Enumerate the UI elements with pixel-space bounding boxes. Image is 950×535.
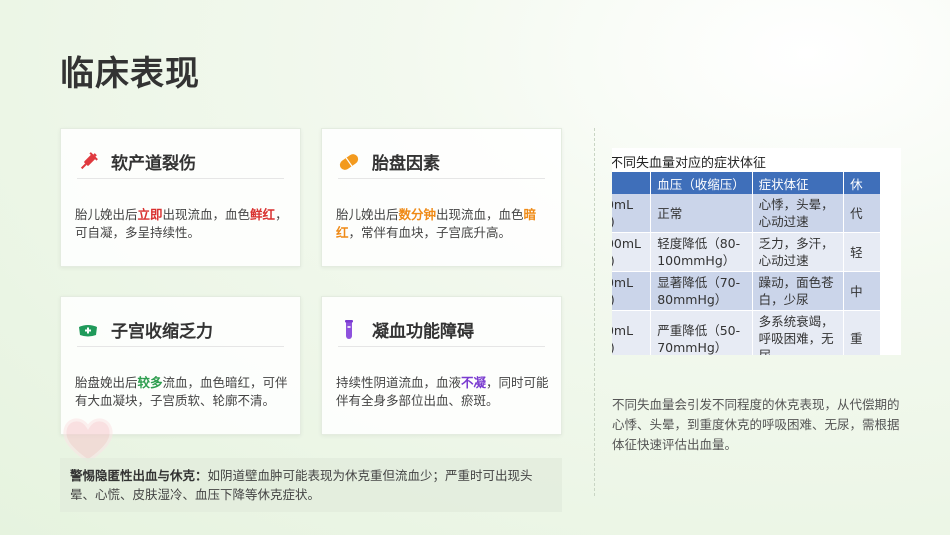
table-cell: 00mL %) <box>612 194 652 233</box>
blood-loss-table-image: 不同失血量对应的症状体征 血压（收缩压） 症状体征 休 00mL %)正常心悸，… <box>612 148 901 355</box>
table-cell: 轻 <box>843 232 881 272</box>
card-body: 胎儿娩出后数分钟出现流血，血色暗红，常伴有血块，子宫底升高。 <box>336 206 549 241</box>
table-row: 500mL %)轻度降低（80-100mmHg）乏力，多汗，心动过速轻 <box>612 232 881 272</box>
highlight-text: 不凝 <box>461 375 487 390</box>
highlight-text: 较多 <box>137 375 163 390</box>
card-header: 软产道裂伤 <box>77 145 284 179</box>
table-cell: 00mL %) <box>612 271 652 311</box>
dashed-divider <box>594 128 595 496</box>
table-cell: 显著降低（70-80mmHg） <box>650 271 753 311</box>
card-body: 胎盘娩出后较多流血，血色暗红，可伴有大血凝块，子宫质软、轮廓不清。 <box>75 374 288 409</box>
card-coagulation-disorder: 凝血功能障碍 持续性阴道流血，血液不凝，同时可能伴有全身多部位出血、瘀斑。 <box>321 296 562 435</box>
table-cell: 乏力，多汗，心动过速 <box>752 232 845 272</box>
highlight-text: 数分钟 <box>398 207 437 222</box>
body-text: ，常伴有血块，子宫底升高。 <box>348 224 512 240</box>
card-body: 持续性阴道流血，血液不凝，同时可能伴有全身多部位出血、瘀斑。 <box>336 374 549 409</box>
table-description: 不同失血量会引发不同程度的休克表现，从代偿期的心悸、头晕，到重度休克的呼吸困难、… <box>612 397 900 452</box>
header-cell <box>612 172 652 194</box>
table-cell: 心悸，头晕，心动过速 <box>752 194 845 233</box>
table-cell: 中 <box>843 271 881 311</box>
body-text: 胎儿娩出后 <box>75 207 138 222</box>
table-cell: 轻度降低（80-100mmHg） <box>650 232 753 272</box>
table-cell: 躁动，面色苍白，少尿 <box>752 271 845 311</box>
table-cell: 重 <box>843 310 881 355</box>
card-title: 软产道裂伤 <box>111 154 196 174</box>
card-title: 凝血功能障碍 <box>372 322 474 342</box>
body-text: 持续性阴道流血，血液 <box>336 375 462 390</box>
card-body: 胎儿娩出后立即出现流血，血色鲜红，可自凝，多呈持续性。 <box>75 206 288 241</box>
header-cell: 休 <box>843 172 881 194</box>
body-text: 胎儿娩出后 <box>336 207 399 222</box>
header-cell: 症状体征 <box>752 172 845 194</box>
table-caption: 不同失血量对应的症状体征 <box>612 156 767 171</box>
page-title: 临床表现 <box>60 54 200 94</box>
table-cell: 多系统衰竭，呼吸困难，无尿 <box>752 310 845 355</box>
card-header: 凝血功能障碍 <box>338 313 545 347</box>
card-soft-birth-canal-laceration: 软产道裂伤 胎儿娩出后立即出现流血，血色鲜红，可自凝，多呈持续性。 <box>60 128 301 267</box>
bandage-icon <box>77 319 99 341</box>
body-text: 胎盘娩出后 <box>75 375 138 390</box>
syringe-icon <box>77 151 99 173</box>
table-cell: 500mL %) <box>612 232 652 272</box>
card-title: 子宫收缩乏力 <box>111 322 213 342</box>
table-cell: 代 <box>843 194 881 233</box>
warning-box: 警惕隐匿性出血与休克：如阴道壁血肿可能表现为休克重但流血少；严重时可出现头晕、心… <box>60 458 562 512</box>
table-row: 00mL %)显著降低（70-80mmHg）躁动，面色苍白，少尿中 <box>612 271 881 311</box>
table-row: 00mL %)严重降低（50-70mmHg）多系统衰竭，呼吸困难，无尿重 <box>612 310 881 355</box>
table-header-row: 血压（收缩压） 症状体征 休 <box>612 172 881 194</box>
table-cell: 正常 <box>650 194 753 233</box>
table-cell: 严重降低（50-70mmHg） <box>650 310 753 355</box>
card-title: 胎盘因素 <box>372 154 440 174</box>
card-placental-factors: 胎盘因素 胎儿娩出后数分钟出现流血，血色暗红，常伴有血块，子宫底升高。 <box>321 128 562 267</box>
table-cell: 00mL %) <box>612 310 652 355</box>
test-tube-icon <box>338 319 360 341</box>
warning-label: 警惕隐匿性出血与休克： <box>70 468 208 483</box>
body-text: 出现流血，血色 <box>162 207 251 222</box>
card-header: 胎盘因素 <box>338 145 545 179</box>
header-cell: 血压（收缩压） <box>650 172 753 194</box>
blood-loss-table: 血压（收缩压） 症状体征 休 00mL %)正常心悸，头晕，心动过速代500mL… <box>612 172 881 355</box>
body-text: 出现流血，血色 <box>436 207 524 222</box>
pill-icon <box>338 151 360 173</box>
highlight-text: 立即 <box>137 207 163 222</box>
table-row: 00mL %)正常心悸，头晕，心动过速代 <box>612 194 881 233</box>
highlight-text: 鲜红 <box>250 207 276 222</box>
card-header: 子宫收缩乏力 <box>77 313 284 347</box>
